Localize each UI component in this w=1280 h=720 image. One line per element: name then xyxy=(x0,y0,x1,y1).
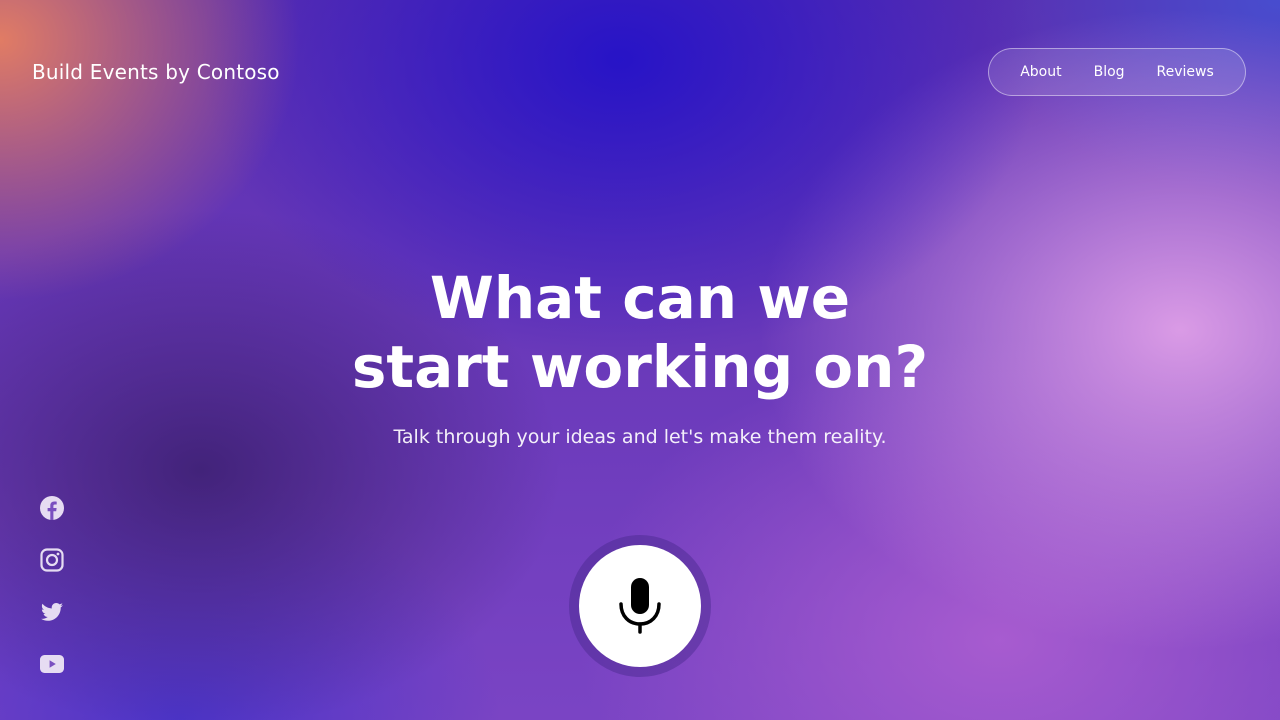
top-nav: About Blog Reviews xyxy=(988,48,1246,96)
microphone-button[interactable] xyxy=(579,545,701,667)
hero-title-line-1: What can we xyxy=(429,264,851,332)
youtube-icon[interactable] xyxy=(40,652,64,676)
hero-title: What can we start working on? xyxy=(0,264,1280,402)
brand-title: Build Events by Contoso xyxy=(32,60,280,84)
nav-link-blog[interactable]: Blog xyxy=(1094,64,1125,80)
instagram-icon[interactable] xyxy=(40,548,64,572)
nav-link-about[interactable]: About xyxy=(1020,64,1061,80)
hero-subtitle: Talk through your ideas and let's make t… xyxy=(393,426,887,448)
nav-link-reviews[interactable]: Reviews xyxy=(1157,64,1214,80)
social-links xyxy=(40,496,64,676)
twitter-icon[interactable] xyxy=(40,600,64,624)
facebook-icon[interactable] xyxy=(40,496,64,520)
hero-title-line-2: start working on? xyxy=(351,333,929,401)
microphone-icon xyxy=(618,578,662,634)
